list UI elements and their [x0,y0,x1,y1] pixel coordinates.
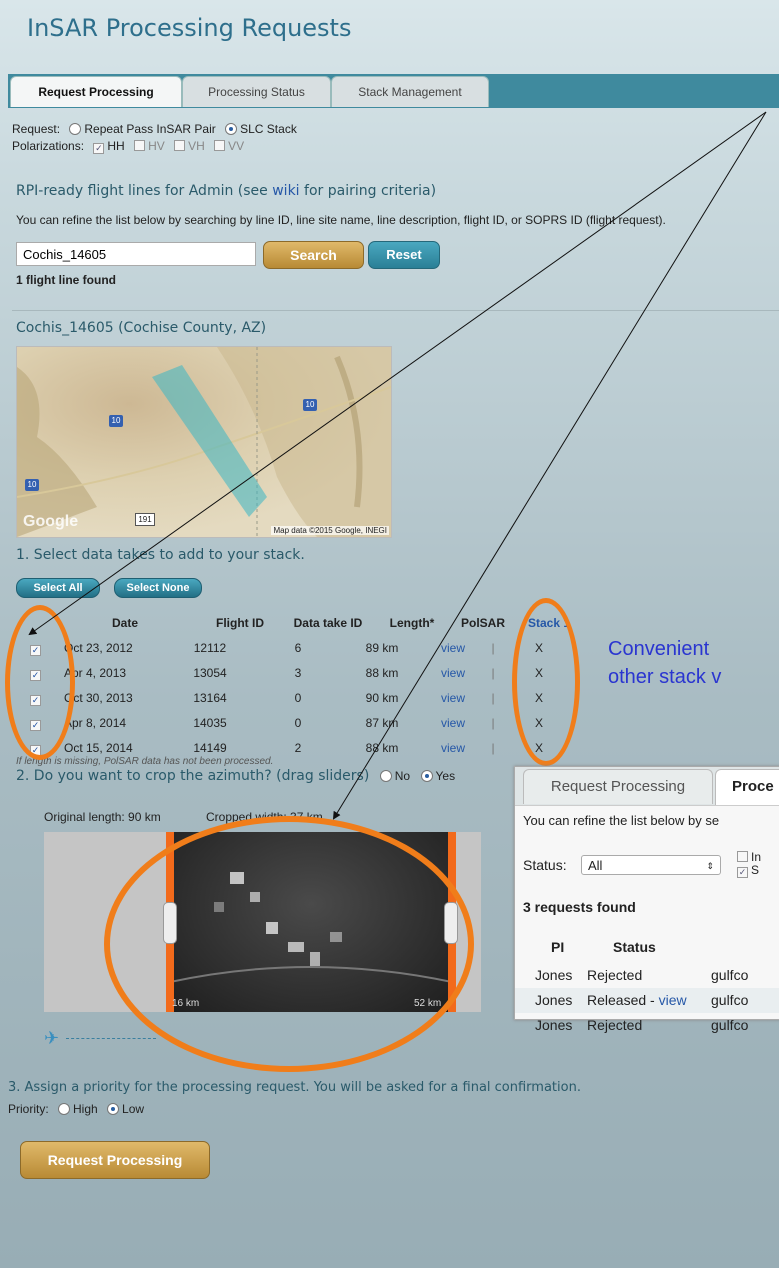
priority-high-radio[interactable]: High [58,1102,98,1116]
row-site: gulfco [711,1017,749,1033]
overlay-requests-found: 3 requests found [523,899,636,915]
overlay-col-pi: PI [551,939,565,955]
processing-status-overlay: Request Processing Proce You can refine … [514,766,779,1033]
row-status: Released - view [587,992,687,1008]
table-row: Jones Rejected gulfco [515,963,779,988]
table-row: Jones Rejected gulfco [515,1013,779,1038]
select-arrows-icon: ⇕ [706,861,714,871]
row-view-link[interactable]: view [659,992,687,1008]
step3-heading: 3. Assign a priority for the processing … [8,1080,581,1095]
overlay-tab-processing-status[interactable]: Proce [715,769,779,805]
annotation-arrows [28,111,767,820]
priority-row: Priority: High Low [8,1102,144,1116]
overlay-status-select[interactable]: All ⇕ [581,855,721,875]
priority-label: Priority: [8,1102,49,1116]
overlay-tab-bar: Request Processing Proce [515,767,779,806]
overlay-col-status: Status [613,939,656,955]
table-row: Jones Released - view gulfco [515,988,779,1013]
row-status: Rejected [587,1017,643,1033]
priority-low-radio[interactable]: Low [107,1102,144,1116]
overlay-check-s[interactable]: ✓ S [737,864,761,878]
request-processing-button[interactable]: Request Processing [20,1141,210,1179]
annotation-text: Convenient other stack v [608,638,722,688]
row-pi: Jones [535,1017,573,1033]
row-status: Rejected [587,967,643,983]
row-site: gulfco [711,992,749,1008]
overlay-filters: In ✓ S [737,851,761,878]
row-pi: Jones [535,992,573,1008]
overlay-status-label: Status: [523,857,567,873]
row-pi: Jones [535,967,573,983]
row-site: gulfco [711,967,749,983]
overlay-tab-request-processing[interactable]: Request Processing [523,769,713,804]
overlay-help: You can refine the list below by se [523,813,720,828]
